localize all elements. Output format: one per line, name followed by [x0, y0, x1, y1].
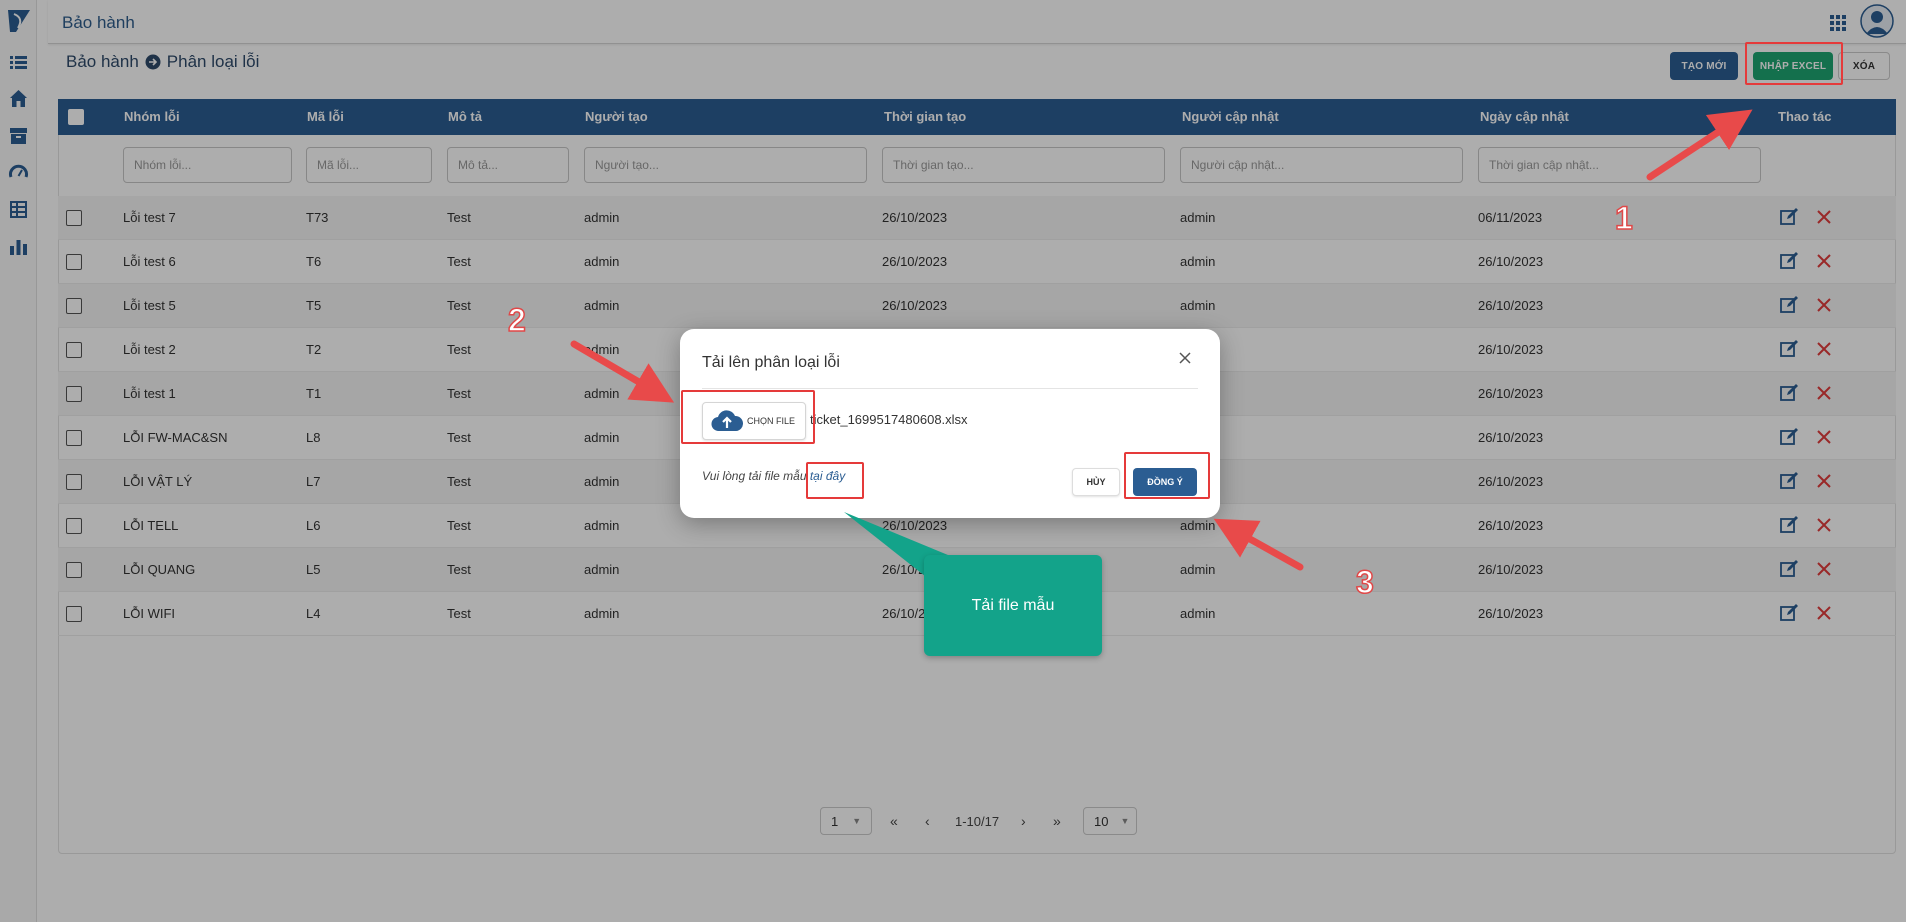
download-template-callout: Tải file mẫu: [924, 555, 1102, 656]
cancel-button[interactable]: HỦY: [1072, 468, 1120, 496]
selected-file-name: ticket_1699517480608.xlsx: [810, 412, 968, 427]
step-number-3: 3: [1355, 563, 1374, 601]
highlight-choose-file: [681, 390, 815, 444]
highlight-import-excel: [1745, 42, 1843, 85]
dialog-divider: [702, 388, 1198, 389]
step-number-2: 2: [507, 301, 526, 339]
highlight-confirm: [1124, 452, 1210, 499]
highlight-template-link: [806, 462, 864, 499]
step-number-1: 1: [1614, 199, 1633, 237]
dialog-title: Tải lên phân loại lỗi: [702, 354, 840, 371]
template-hint-text: Vui lòng tải file mẫu: [702, 469, 810, 483]
close-icon[interactable]: [1178, 351, 1192, 365]
